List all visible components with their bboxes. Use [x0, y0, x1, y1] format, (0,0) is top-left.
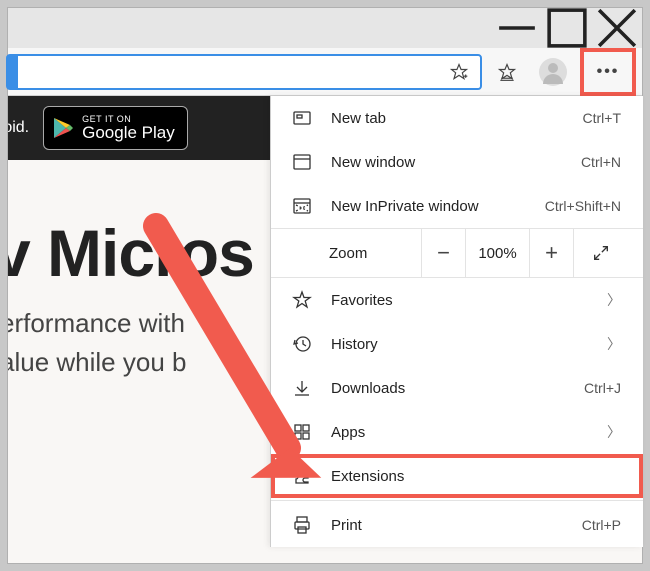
- zoom-label: Zoom: [271, 245, 421, 262]
- inprivate-icon: [291, 195, 313, 217]
- address-bar[interactable]: [6, 54, 482, 90]
- settings-menu: New tab Ctrl+T New window Ctrl+N New InP…: [270, 96, 643, 547]
- zoom-value: 100%: [465, 228, 529, 278]
- new-window-icon: [291, 151, 313, 173]
- menu-item-downloads[interactable]: Downloads Ctrl+J: [271, 366, 643, 410]
- menu-item-apps[interactable]: Apps 〉: [271, 410, 643, 454]
- settings-more-button[interactable]: •••: [580, 48, 636, 96]
- promo-text: roid.: [8, 119, 29, 137]
- zoom-in-button[interactable]: +: [529, 228, 573, 278]
- more-icon: •••: [597, 63, 620, 81]
- menu-item-inprivate[interactable]: New InPrivate window Ctrl+Shift+N: [271, 184, 643, 228]
- profile-button[interactable]: [532, 51, 574, 93]
- menu-item-new-window[interactable]: New window Ctrl+N: [271, 140, 643, 184]
- menu-item-extensions[interactable]: Extensions: [271, 454, 643, 498]
- address-selection: [8, 56, 18, 88]
- title-bar: [8, 8, 642, 48]
- downloads-icon: [291, 377, 313, 399]
- menu-separator: [271, 500, 643, 501]
- favorites-icon: [291, 289, 313, 311]
- menu-item-history[interactable]: History 〉: [271, 322, 643, 366]
- menu-zoom-row: Zoom − 100% +: [271, 228, 643, 278]
- favorites-bar-icon[interactable]: [486, 51, 528, 93]
- avatar-icon: [539, 58, 567, 86]
- google-play-badge[interactable]: GET IT ON Google Play: [43, 106, 188, 150]
- maximize-button[interactable]: [542, 8, 592, 48]
- menu-item-new-tab[interactable]: New tab Ctrl+T: [271, 96, 643, 140]
- zoom-out-button[interactable]: −: [421, 228, 465, 278]
- browser-toolbar: •••: [8, 48, 642, 96]
- history-icon: [291, 333, 313, 355]
- menu-item-print[interactable]: Print Ctrl+P: [271, 503, 643, 547]
- chevron-right-icon: 〉: [607, 422, 621, 442]
- play-store-big-text: Google Play: [82, 124, 175, 141]
- chevron-right-icon: 〉: [607, 334, 621, 354]
- apps-icon: [291, 421, 313, 443]
- chevron-right-icon: 〉: [607, 290, 621, 310]
- minimize-button[interactable]: [492, 8, 542, 48]
- fullscreen-button[interactable]: [573, 228, 627, 278]
- menu-item-favorites[interactable]: Favorites 〉: [271, 278, 643, 322]
- print-icon: [291, 514, 313, 536]
- close-button[interactable]: [592, 8, 642, 48]
- new-tab-icon: [291, 107, 313, 129]
- browser-window: ••• roid. GET IT ON Google Play v Micros: [7, 7, 643, 564]
- extensions-icon: [291, 465, 313, 487]
- star-add-icon[interactable]: [438, 51, 480, 93]
- play-store-icon: [52, 116, 74, 140]
